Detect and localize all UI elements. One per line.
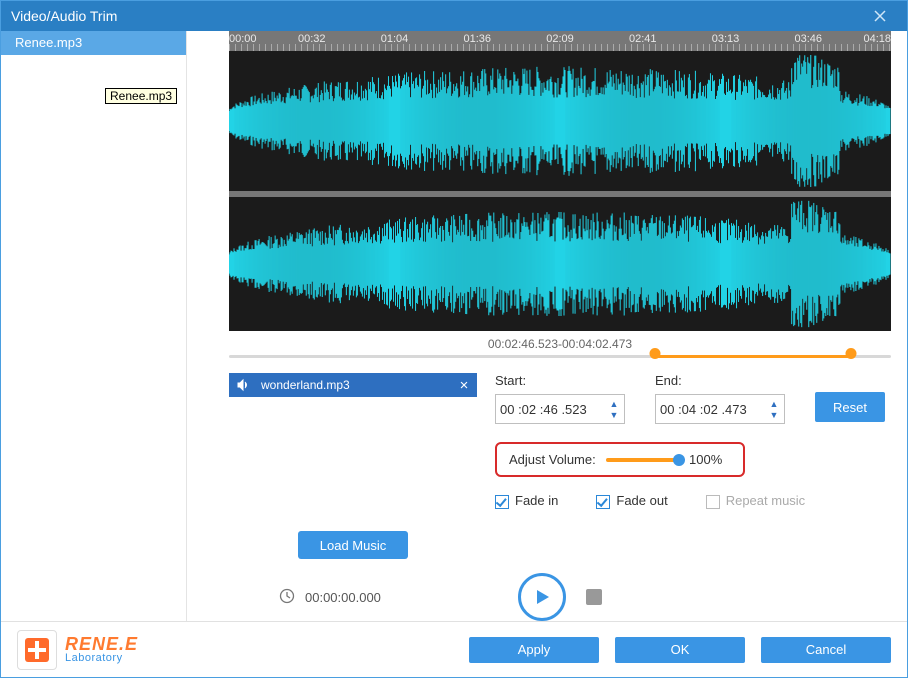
sidebar-item-file[interactable]: Renee.mp3 — [1, 31, 186, 55]
window: Video/Audio Trim Renee.mp3 Renee.mp3 00:… — [0, 0, 908, 678]
end-field: End: 00 :04 :02 .473 ▲▼ — [655, 373, 785, 424]
fade-in-checkbox[interactable]: Fade in — [495, 493, 558, 509]
volume-value: 100% — [689, 452, 731, 467]
cancel-button[interactable]: Cancel — [761, 637, 891, 663]
start-label: Start: — [495, 373, 625, 388]
controls-area: wonderland.mp3 × Load Music Start: 00 :0… — [229, 373, 891, 559]
speaker-icon — [229, 378, 257, 392]
logo-mark-icon — [17, 630, 57, 670]
timeline-ruler[interactable]: 00:00 00:32 01:04 01:36 02:09 02:41 03:13 03:46… — [229, 31, 891, 51]
end-spin-down-icon[interactable]: ▼ — [767, 409, 781, 420]
range-text: 00:02:46.523-00:04:02.473 — [488, 337, 632, 351]
end-time-value: 00 :04 :02 .473 — [660, 402, 747, 417]
logo-text: RENE.E Laboratory — [65, 635, 138, 664]
repeat-music-checkbox: Repeat music — [706, 493, 805, 509]
clock-icon — [279, 588, 295, 607]
logo-line1: RENE.E — [65, 635, 138, 653]
timeline-tick: 02:09 — [546, 33, 574, 45]
start-time-value: 00 :02 :46 .523 — [500, 402, 587, 417]
adjust-volume-group: Adjust Volume: 100% — [495, 442, 745, 477]
footer: RENE.E Laboratory Apply OK Cancel — [1, 621, 907, 677]
end-label: End: — [655, 373, 785, 388]
options-row: Fade in Fade out Repeat music — [495, 493, 891, 509]
playback-row: 00:00:00.000 — [229, 573, 891, 621]
music-file-name: wonderland.mp3 — [257, 378, 451, 392]
body: Renee.mp3 Renee.mp3 00:00 00:32 01:04 01:36… — [1, 31, 907, 621]
end-time-input[interactable]: 00 :04 :02 .473 ▲▼ — [655, 394, 785, 424]
ok-button[interactable]: OK — [615, 637, 745, 663]
playback-time: 00:00:00.000 — [305, 590, 381, 605]
file-tooltip: Renee.mp3 — [105, 88, 177, 104]
play-button[interactable] — [518, 573, 566, 621]
apply-button[interactable]: Apply — [469, 637, 599, 663]
timeline-tick: 01:36 — [463, 33, 491, 45]
timeline-tick: 02:41 — [629, 33, 657, 45]
left-controls: wonderland.mp3 × Load Music — [229, 373, 477, 559]
volume-slider[interactable] — [606, 458, 679, 462]
range-selection[interactable] — [655, 355, 850, 358]
stop-button[interactable] — [586, 589, 602, 605]
start-spin-up-icon[interactable]: ▲ — [607, 398, 621, 409]
range-selector[interactable]: 00:02:46.523-00:04:02.473 — [229, 337, 891, 359]
timeline-tick: 01:04 — [381, 33, 409, 45]
right-controls: Start: 00 :02 :46 .523 ▲▼ End: 00 :04 :0… — [495, 373, 891, 509]
waveform-area[interactable] — [229, 51, 891, 331]
end-spin-up-icon[interactable]: ▲ — [767, 398, 781, 409]
timeline-tick: 03:13 — [712, 33, 740, 45]
range-handle-end[interactable] — [845, 348, 856, 359]
titlebar: Video/Audio Trim — [1, 1, 907, 31]
logo: RENE.E Laboratory — [17, 630, 138, 670]
waveform-channel-bottom[interactable] — [229, 191, 891, 331]
volume-label: Adjust Volume: — [509, 452, 596, 467]
fade-out-checkbox[interactable]: Fade out — [596, 493, 667, 509]
waveform-channel-top[interactable] — [229, 51, 891, 191]
window-title: Video/Audio Trim — [11, 8, 863, 24]
sidebar: Renee.mp3 Renee.mp3 — [1, 31, 187, 621]
music-chip[interactable]: wonderland.mp3 × — [229, 373, 477, 397]
load-music-button[interactable]: Load Music — [298, 531, 408, 559]
timeline-tick: 00:00 — [229, 33, 257, 45]
start-field: Start: 00 :02 :46 .523 ▲▼ — [495, 373, 625, 424]
timeline-tick: 03:46 — [794, 33, 822, 45]
clock-group: 00:00:00.000 — [279, 588, 381, 607]
logo-line2: Laboratory — [65, 653, 138, 664]
volume-knob[interactable] — [673, 454, 685, 466]
main: 00:00 00:32 01:04 01:36 02:09 02:41 03:13 03:46… — [187, 31, 907, 621]
reset-button[interactable]: Reset — [815, 392, 885, 422]
timeline-tick: 04:18 — [863, 33, 891, 45]
close-icon[interactable] — [863, 6, 897, 26]
range-handle-start[interactable] — [650, 348, 661, 359]
start-time-input[interactable]: 00 :02 :46 .523 ▲▼ — [495, 394, 625, 424]
start-spin-down-icon[interactable]: ▼ — [607, 409, 621, 420]
remove-music-icon[interactable]: × — [451, 377, 477, 394]
timeline-tick: 00:32 — [298, 33, 326, 45]
